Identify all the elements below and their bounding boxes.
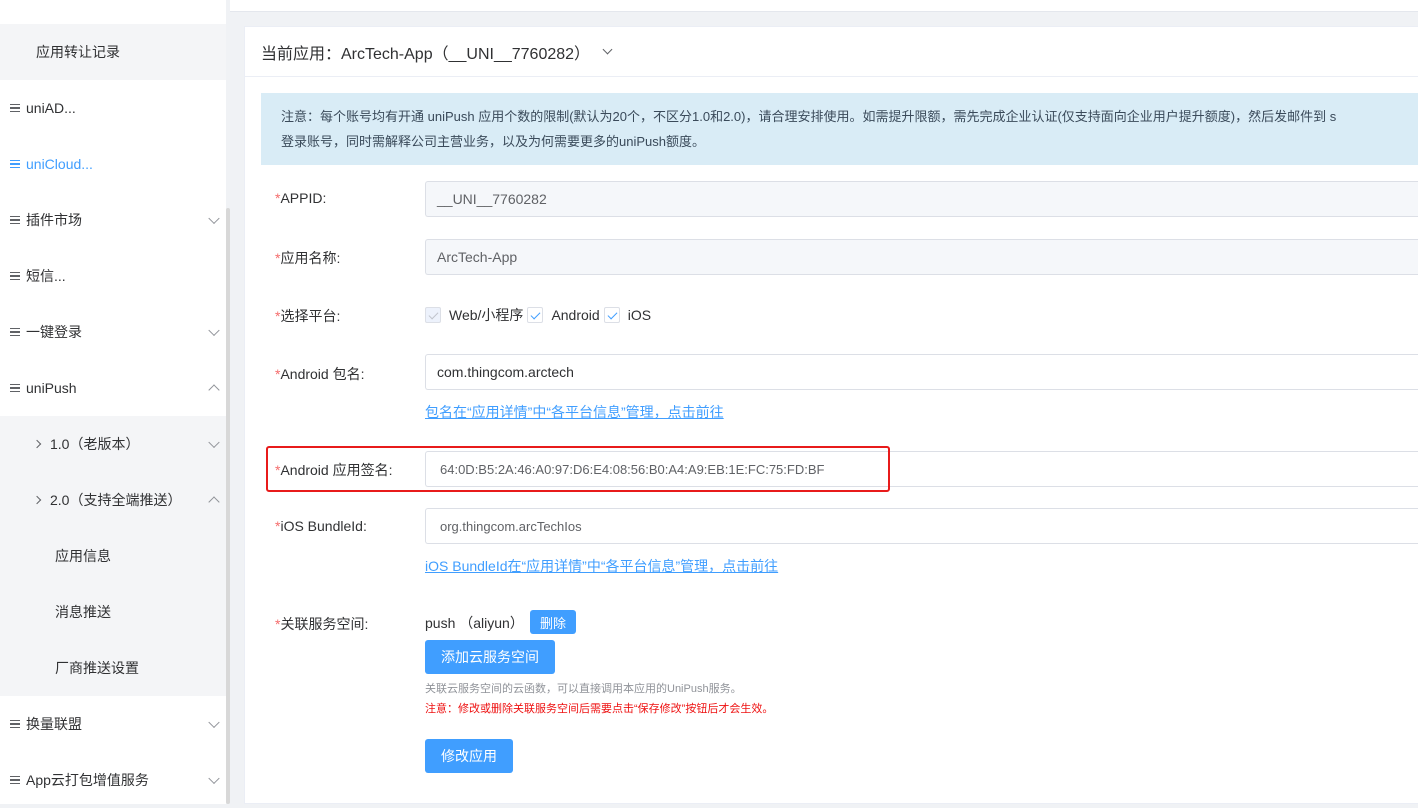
ios-bundleid-label-text: iOS BundleId: <box>280 518 367 534</box>
platform-label-text: 选择平台: <box>280 308 341 324</box>
menu-icon <box>10 215 20 225</box>
ios-bundleid-link[interactable]: iOS BundleId在“应用详情”中“各平台信息”管理，点击前往 <box>425 556 778 576</box>
platform-checkboxes: Web/小程序 Android iOS <box>425 305 655 325</box>
checkbox-ios[interactable] <box>603 307 620 323</box>
menu-icon <box>10 271 20 281</box>
android-package-input[interactable]: com.thingcom.arctech <box>425 354 1418 390</box>
sidebar-item-label: App云打包增值服务 <box>26 772 149 788</box>
android-package-link[interactable]: 包名在“应用详情”中“各平台信息”管理，点击前往 <box>425 402 724 422</box>
menu-icon <box>10 719 20 729</box>
ios-bundleid-value: org.thingcom.arcTechIos <box>440 518 582 534</box>
delete-service-button[interactable]: 删除 <box>530 610 577 634</box>
add-cloud-service-button[interactable]: 添加云服务空间 <box>425 640 555 674</box>
sidebar-item-uniad[interactable]: uniAD... <box>0 80 226 136</box>
quota-notice: 注意：每个账号均有开通 uniPush 应用个数的限制(默认为20个，不区分1.… <box>261 93 1418 165</box>
sidebar-item-label: 短信... <box>26 268 66 284</box>
sidebar-item-sms[interactable]: 短信... <box>0 248 226 304</box>
sidebar-item-unicloud[interactable]: uniCloud... <box>0 136 226 192</box>
platform-ios-label: iOS <box>627 307 652 323</box>
sidebar-item-label: uniPush <box>26 380 77 396</box>
chevron-right-icon <box>32 439 42 449</box>
sidebar-item-label: 应用转让记录 <box>36 44 120 60</box>
current-app-selector[interactable]: 当前应用：ArcTech-App（__UNI__7760282） <box>245 27 1418 77</box>
sidebar-item-app-info[interactable]: 应用信息 <box>0 528 226 584</box>
appname-label-text: 应用名称: <box>280 250 341 266</box>
sidebar-item-label: 2.0（支持全端推送） <box>50 492 182 508</box>
chevron-down-icon <box>208 772 220 785</box>
sidebar-scrollbar[interactable] <box>226 208 230 804</box>
sidebar-item-app-cloud-build[interactable]: App云打包增值服务 <box>0 752 226 808</box>
notice-line-1: 注意：每个账号均有开通 uniPush 应用个数的限制(默认为20个，不区分1.… <box>281 109 1337 124</box>
sidebar-item-plugin-market[interactable]: 插件市场 <box>0 192 226 248</box>
sidebar-item-label: 消息推送 <box>55 604 111 620</box>
app-info-card: 当前应用：ArcTech-App（__UNI__7760282） 注意：每个账号… <box>244 26 1418 804</box>
appid-field: __UNI__7760282 <box>425 181 1418 217</box>
sidebar-item-vendor-push-settings[interactable]: 厂商推送设置 <box>0 640 226 696</box>
sidebar-item-label: 换量联盟 <box>26 716 82 732</box>
chevron-down-icon <box>208 716 220 729</box>
sidebar: 应用转让记录 uniAD... uniCloud... 插件市场 短信... 一… <box>0 0 226 804</box>
sidebar-item-traffic-alliance[interactable]: 换量联盟 <box>0 696 226 752</box>
menu-icon <box>10 383 20 393</box>
appid-label-text: APPID: <box>280 190 327 206</box>
service-space-value: push （aliyun） <box>425 615 524 631</box>
service-space-label-text: 关联服务空间: <box>280 616 369 632</box>
appname-label: *应用名称: <box>275 248 415 268</box>
current-app-label: 当前应用：ArcTech-App（__UNI__7760282） <box>261 45 591 63</box>
menu-icon <box>10 159 20 169</box>
sidebar-item-message-push[interactable]: 消息推送 <box>0 584 226 640</box>
sidebar-item-label: 一键登录 <box>26 324 82 340</box>
platform-android-label: Android <box>551 307 600 323</box>
menu-icon <box>10 775 20 785</box>
menu-icon <box>10 103 20 113</box>
appname-value: ArcTech-App <box>437 249 518 265</box>
chevron-down-icon <box>208 324 220 337</box>
sidebar-item-app-transfer-records[interactable]: 应用转让记录 <box>0 24 226 80</box>
ios-bundleid-label: *iOS BundleId: <box>275 518 415 534</box>
checkbox-android[interactable] <box>527 307 544 323</box>
modify-app-button[interactable]: 修改应用 <box>425 739 513 773</box>
chevron-up-icon <box>208 496 220 508</box>
top-strip <box>230 0 1418 12</box>
sidebar-item-label: 应用信息 <box>55 548 111 564</box>
service-space-label: *关联服务空间: <box>275 614 415 634</box>
platform-web-label: Web/小程序 <box>449 307 524 323</box>
sidebar-item-label: 插件市场 <box>26 212 82 228</box>
ios-bundleid-input[interactable]: org.thingcom.arcTechIos <box>425 508 1418 544</box>
sidebar-item-unipush-v1[interactable]: 1.0（老版本） <box>0 416 226 472</box>
service-space-warning: 注意：修改或删除关联服务空间后需要点击“保存修改”按钮后才会生效。 <box>425 703 774 715</box>
android-package-label: *Android 包名: <box>275 364 415 384</box>
android-package-value: com.thingcom.arctech <box>437 364 574 380</box>
android-package-label-text: Android 包名: <box>280 366 365 382</box>
platform-label: *选择平台: <box>275 306 415 326</box>
sidebar-item-label: uniCloud... <box>26 156 93 172</box>
sidebar-item-one-click-login[interactable]: 一键登录 <box>0 304 226 360</box>
sidebar-item-label: 1.0（老版本） <box>50 436 140 452</box>
chevron-right-icon <box>32 495 42 505</box>
notice-line-2: 登录账号，同时需解释公司主营业务，以及为何需要更多的uniPush额度。 <box>281 134 705 149</box>
chevron-down-icon <box>208 436 220 449</box>
annotation-highlight-box <box>266 446 890 492</box>
service-space-hint: 关联云服务空间的云函数，可以直接调用本应用的UniPush服务。 <box>425 683 742 695</box>
appname-field: ArcTech-App <box>425 239 1418 275</box>
sidebar-item-unipush-v2[interactable]: 2.0（支持全端推送） <box>0 472 226 528</box>
chevron-up-icon <box>208 384 220 396</box>
sidebar-item-unipush[interactable]: uniPush <box>0 360 226 416</box>
sidebar-item-label: 厂商推送设置 <box>55 660 139 676</box>
appid-label: *APPID: <box>275 190 415 206</box>
appid-value: __UNI__7760282 <box>437 191 547 207</box>
chevron-down-icon <box>208 212 220 225</box>
menu-icon <box>10 327 20 337</box>
chevron-down-icon <box>602 44 613 55</box>
sidebar-item-label: uniAD... <box>26 100 76 116</box>
checkbox-web-miniprogram <box>425 307 441 323</box>
